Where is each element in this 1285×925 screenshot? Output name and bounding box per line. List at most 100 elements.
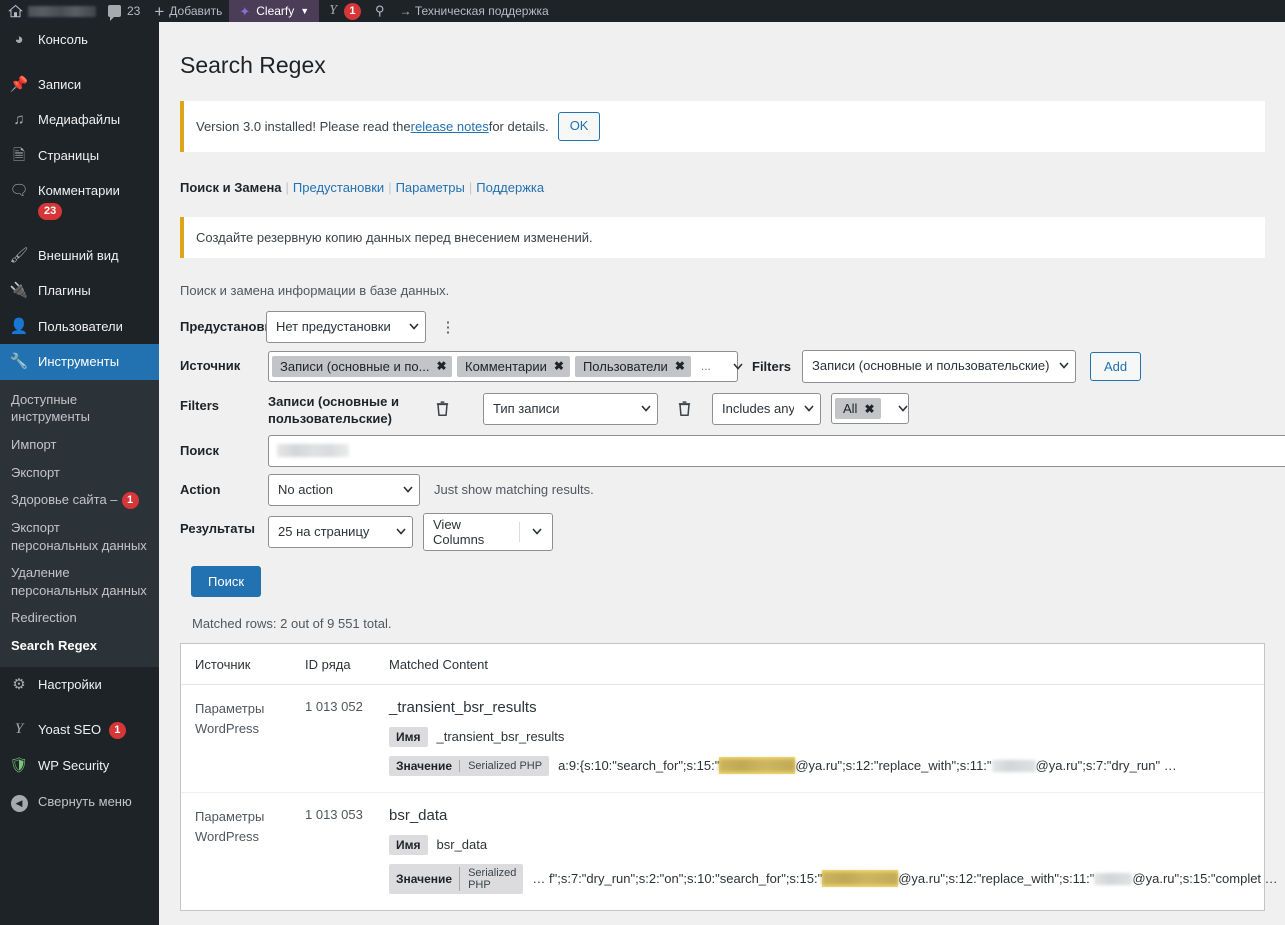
row-value-field: Значение Serialized PHP … f";s:7:"dry_ru… (389, 863, 1278, 894)
admin-bar-support-link[interactable]: → Техническая поддержка (392, 0, 556, 22)
per-page-select[interactable]: 25 на страницу (268, 515, 413, 548)
sidebar-item-comments[interactable]: 🗨 Комментарии 23 (0, 173, 159, 229)
sidebar-subitem-redirection[interactable]: Redirection (0, 604, 159, 632)
admin-bar-comments[interactable]: 23 (101, 0, 147, 22)
sidebar-label: Комментарии (38, 183, 120, 199)
name-chip: Имя (389, 834, 428, 855)
release-notes-link[interactable]: release notes (411, 117, 489, 137)
sidebar-label: Настройки (38, 677, 102, 693)
results-options-label: Результаты (180, 520, 255, 536)
trash-icon[interactable] (431, 400, 453, 417)
backup-notice: Создайте резервную копию данных перед вн… (180, 216, 1265, 259)
remove-tag-icon[interactable]: ✖ (436, 359, 446, 373)
admin-bar-search[interactable]: ⚲ (368, 0, 392, 22)
tab-separator: | (468, 179, 473, 195)
filter-value-tag[interactable]: All ✖ (835, 398, 881, 420)
sidebar-subitem-export[interactable]: Экспорт (0, 459, 159, 487)
admin-bar-yoast[interactable]: Y 1 (319, 0, 368, 22)
sidebar-item-users[interactable]: 👤 Пользователи (0, 309, 159, 345)
sidebar-item-media[interactable]: ♫ Медиафайлы (0, 102, 159, 138)
admin-bar-new-content[interactable]: + Добавить (147, 0, 229, 22)
value-text-tail: @ya.ru";s:7:"dry_run" … (1035, 758, 1177, 774)
tab-support[interactable]: Поддержка (476, 180, 544, 195)
action-select[interactable]: No action (268, 473, 420, 506)
tab-search-replace[interactable]: Поиск и Замена (180, 180, 282, 195)
source-tag[interactable]: Комментарии ✖ (457, 355, 570, 377)
source-filters-select[interactable]: Записи (основные и пользовательские) (802, 350, 1077, 383)
sidebar-collapse-menu[interactable]: ◀ Свернуть меню (0, 784, 159, 821)
sidebar-item-dashboard[interactable]: ◕ Консоль (0, 22, 159, 58)
sidebar-subitem-export-personal-data[interactable]: Экспорт персональных данных (0, 514, 159, 559)
collapse-arrow-icon: ◀ (9, 793, 29, 812)
sidebar-label: Записи (38, 76, 82, 92)
remove-tag-icon[interactable]: ✖ (554, 359, 564, 373)
preset-menu-button[interactable]: ⋮ (439, 320, 457, 335)
view-columns-dropdown[interactable]: View Columns (423, 512, 553, 551)
filters-row: Filters Записи (основные и пользовательс… (180, 390, 1265, 428)
value-chip-type: Serialized PHP (459, 759, 542, 772)
add-filter-button[interactable]: Add (1090, 351, 1142, 381)
sidebar-item-settings[interactable]: ⚙ Настройки (0, 667, 159, 703)
sidebar-item-appearance[interactable]: 🖌 Внешний вид (0, 238, 159, 274)
remove-tag-icon[interactable]: ✖ (864, 402, 874, 416)
sidebar-separator (0, 703, 159, 712)
sidebar-item-plugins[interactable]: 🔌 Плагины (0, 273, 159, 309)
sidebar-label: Yoast SEO (38, 722, 102, 737)
source-tag[interactable]: Пользователи ✖ (574, 355, 691, 377)
sidebar-item-posts[interactable]: 📌 Записи (0, 67, 159, 103)
sidebar-subitem-import[interactable]: Импорт (0, 431, 159, 459)
admin-bar-site-home[interactable] (0, 0, 101, 22)
row-title[interactable]: bsr_data (389, 807, 1278, 824)
source-dropdown-toggle[interactable] (726, 363, 750, 370)
trash-icon[interactable] (673, 400, 695, 417)
sidebar-label: Консоль (38, 32, 88, 47)
pin-icon: 📌 (9, 75, 29, 93)
yoast-sidebar-badge: 1 (108, 722, 126, 740)
sidebar-item-pages[interactable]: 🗎 Страницы (0, 138, 159, 174)
row-name-field: Имя _transient_bsr_results (389, 726, 1250, 747)
source-overflow-ellipsis[interactable]: ... (696, 359, 716, 373)
tools-wrench-icon: 🔧 (9, 353, 29, 371)
clearfy-logo-icon: ✦ (239, 3, 251, 19)
source-tag-label: Пользователи (582, 358, 668, 374)
filter-value-multiselect[interactable]: All ✖ (831, 393, 909, 425)
tab-options[interactable]: Параметры (396, 180, 465, 195)
preset-select[interactable]: Нет предустановки (266, 311, 426, 344)
sidebar-label: Внешний вид (38, 247, 119, 263)
value-text-after: @ya.ru";s:12:"replace_with";s:11:" (795, 758, 992, 774)
name-value: bsr_data (436, 837, 488, 853)
notice-ok-button[interactable]: OK (557, 111, 601, 141)
filter-field-select-wrap: Тип записи (483, 392, 658, 425)
remove-tag-icon[interactable]: ✖ (675, 359, 685, 373)
submit-search-button[interactable]: Поиск (191, 565, 262, 597)
sidebar-subitem-site-health[interactable]: Здоровье сайта –1 (0, 486, 159, 514)
admin-bar-new-label: Добавить (169, 4, 223, 18)
row-title[interactable]: _transient_bsr_results (389, 699, 1250, 716)
search-input[interactable] (268, 434, 1285, 467)
page-title: Search Regex (180, 52, 326, 78)
filter-field-select[interactable]: Тип записи (483, 392, 658, 425)
admin-bar-clearfy[interactable]: ✦ Clearfy ▼ (229, 0, 320, 22)
tab-presets[interactable]: Предустановки (293, 180, 384, 195)
value-chip-label: Значение (396, 758, 453, 773)
source-multiselect[interactable]: Записи (основные и по... ✖ Комментарии ✖… (268, 350, 743, 382)
version-notice: Version 3.0 installed! Please read the r… (180, 100, 1265, 152)
sidebar-subitem-available-tools[interactable]: Доступные инструменты (0, 386, 159, 431)
column-header-row-id: ID ряда (305, 656, 351, 672)
action-hint: Just show matching results. (434, 482, 594, 498)
redacted-match-value (822, 872, 899, 886)
sidebar-subitem-erase-personal-data[interactable]: Удаление персональных данных (0, 559, 159, 604)
search-input-value-redacted (277, 444, 349, 458)
filter-value-dropdown-toggle[interactable] (891, 405, 915, 412)
sidebar-item-tools[interactable]: 🔧 Инструменты (0, 344, 167, 380)
filter-operator-select[interactable]: Includes any (712, 392, 821, 425)
view-columns-toggle[interactable] (525, 528, 549, 536)
source-tag[interactable]: Записи (основные и по... ✖ (272, 355, 452, 377)
sidebar-subitem-search-regex[interactable]: Search Regex (0, 632, 159, 660)
sidebar-item-wp-security[interactable]: 🛡 WP Security (0, 748, 159, 784)
sidebar-item-yoast-seo[interactable]: Y Yoast SEO 1 (0, 712, 159, 748)
filter-value-tag-label: All (843, 401, 858, 417)
preset-row: Предустановки Нет предустановки ⋮ (180, 311, 1265, 344)
comments-badge: 23 (38, 202, 63, 220)
admin-sidebar: ◕ Консоль 📌 Записи ♫ Медиафайлы 🗎 Страни… (0, 22, 167, 925)
